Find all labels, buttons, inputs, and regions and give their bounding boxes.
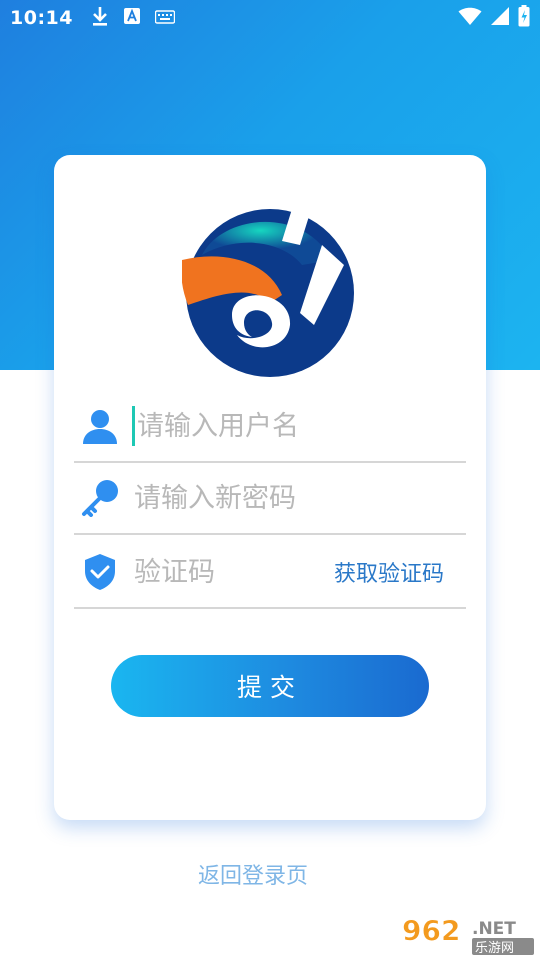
text-a-icon: [123, 7, 141, 29]
verification-code-input[interactable]: [134, 552, 314, 592]
back-to-login-link[interactable]: 返回登录页: [0, 858, 506, 890]
key-icon: [80, 478, 120, 518]
signal-icon: [490, 6, 510, 30]
password-field-row: [74, 463, 466, 535]
app-logo: [181, 205, 358, 381]
download-icon: [91, 5, 109, 31]
reset-password-card: 获取验证码 提交: [54, 155, 486, 820]
battery-charging-icon: [518, 5, 530, 31]
get-code-button[interactable]: 获取验证码: [334, 556, 444, 588]
username-input[interactable]: [132, 406, 432, 446]
status-icons-right: [458, 5, 530, 31]
keyboard-icon: [154, 9, 176, 28]
username-field-row: [74, 391, 466, 463]
user-icon: [80, 406, 120, 446]
watermark-logo: 962 .NET 乐游网: [400, 912, 536, 956]
status-bar: 10:14: [0, 0, 540, 36]
status-icons-left: [91, 5, 176, 31]
submit-button[interactable]: 提交: [111, 655, 429, 717]
watermark-suffix: .NET: [472, 919, 516, 939]
verification-field-row: 获取验证码: [74, 537, 466, 609]
shield-check-icon: [80, 552, 120, 592]
new-password-input[interactable]: [134, 478, 434, 518]
wifi-icon: [458, 6, 482, 30]
watermark-number: 962: [402, 914, 460, 947]
watermark-site: 乐游网: [475, 941, 514, 956]
status-time: 10:14: [10, 7, 73, 29]
